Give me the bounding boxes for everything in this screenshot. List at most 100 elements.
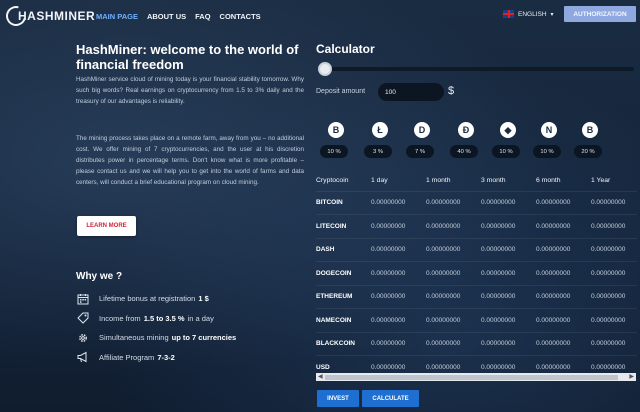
- table-cell: 0.00000000: [536, 237, 591, 262]
- row-coin-name: BLACKCOIN: [316, 331, 371, 356]
- coin-percent-input[interactable]: 40 %: [450, 145, 478, 158]
- table-cell: 0.00000000: [536, 190, 591, 215]
- nav-about-us[interactable]: ABOUT US: [147, 12, 186, 21]
- table-horizontal-scrollbar[interactable]: ◀ ▶: [316, 373, 636, 381]
- row-coin-name: NAMECOIN: [316, 308, 371, 332]
- table-cell: 0.00000000: [536, 308, 591, 332]
- uk-flag-icon: [503, 10, 514, 18]
- why-item-text: Affiliate Program: [99, 352, 155, 362]
- language-label: ENGLISH: [518, 10, 547, 18]
- nav-faq[interactable]: FAQ: [195, 12, 210, 21]
- table-cell: 0.00000000: [591, 237, 637, 262]
- calculate-button[interactable]: CALCULATE: [362, 390, 419, 407]
- why-item-bonus: Lifetime bonus at registration 1 $: [76, 289, 306, 309]
- deposit-amount-input[interactable]: [378, 83, 444, 101]
- coin-percent-input[interactable]: 20 %: [574, 145, 602, 158]
- table-cell: 0.00000000: [481, 284, 536, 309]
- table-cell: 0.00000000: [371, 331, 426, 356]
- deposit-slider-thumb[interactable]: [318, 62, 332, 76]
- coin-percent-input[interactable]: 10 %: [492, 145, 520, 158]
- scrollbar-thumb[interactable]: [325, 374, 618, 380]
- table-cell: 0.00000000: [591, 261, 637, 285]
- learn-more-button[interactable]: LEARN MORE: [77, 216, 136, 236]
- dogecoin-icon: Ð: [458, 122, 474, 138]
- why-item-mining: Simultaneous mining up to 7 currencies: [76, 328, 306, 348]
- table-cell: 0.00000000: [371, 284, 426, 309]
- calendar-icon: [76, 293, 90, 305]
- calculator-title: Calculator: [316, 42, 375, 56]
- language-selector[interactable]: ENGLISH ▾: [503, 10, 554, 18]
- why-item-bold: 1.5 to 3.5 %: [143, 313, 185, 323]
- hero-paragraph-1: HashMiner service cloud of mining today …: [76, 76, 304, 105]
- tag-icon: [76, 312, 90, 324]
- logo-text: HASHMINER: [18, 9, 96, 23]
- megaphone-icon: [76, 351, 90, 363]
- table-cell: 0.00000000: [481, 261, 536, 285]
- row-coin-name: BITCOIN: [316, 190, 371, 215]
- coin-percent-input[interactable]: 3 %: [364, 145, 392, 158]
- deposit-slider-track[interactable]: [326, 67, 634, 71]
- page: HASHMINER MAIN PAGE ABOUT US FAQ CONTACT…: [0, 0, 640, 412]
- table-cell: 0.00000000: [536, 214, 591, 238]
- column-header: 1 day: [371, 176, 388, 184]
- dash-icon: D: [414, 122, 430, 138]
- blackcoin-icon: B: [582, 122, 598, 138]
- why-item-text: Income from: [99, 313, 141, 323]
- column-header: 6 month: [536, 176, 561, 184]
- dollar-sign: $: [448, 85, 455, 97]
- nav-contacts[interactable]: CONTACTS: [220, 12, 261, 21]
- hero-paragraph-2: The mining process takes place on a remo…: [76, 135, 304, 186]
- table-cell: 0.00000000: [426, 237, 481, 262]
- why-item-suffix: in a day: [187, 313, 214, 323]
- table-cell: 0.00000000: [426, 190, 481, 215]
- column-header: 3 month: [481, 176, 506, 184]
- earnings-table: Cryptocoin 1 day 1 month 3 month 6 month…: [316, 170, 637, 379]
- chevron-down-icon: ▾: [550, 11, 554, 18]
- litecoin-icon: Ł: [372, 122, 388, 138]
- table-cell: 0.00000000: [371, 261, 426, 285]
- table-cell: 0.00000000: [481, 237, 536, 262]
- row-coin-name: LITECOIN: [316, 214, 371, 238]
- table-cell: 0.00000000: [536, 284, 591, 309]
- table-row: BLACKCOIN 0.00000000 0.00000000 0.000000…: [316, 331, 637, 356]
- why-item-text: Simultaneous mining: [99, 333, 169, 343]
- why-item-bold: up to 7 currencies: [171, 333, 237, 343]
- coin-percent-input[interactable]: 10 %: [533, 145, 561, 158]
- table-cell: 0.00000000: [591, 190, 637, 215]
- why-item-bold: 1 $: [198, 294, 209, 304]
- table-cell: 0.00000000: [426, 308, 481, 332]
- table-cell: 0.00000000: [371, 190, 426, 215]
- table-row: DOGECOIN 0.00000000 0.00000000 0.0000000…: [316, 261, 637, 285]
- table-cell: 0.00000000: [481, 190, 536, 215]
- table-row: DASH 0.00000000 0.00000000 0.00000000 0.…: [316, 237, 637, 262]
- table-cell: 0.00000000: [481, 308, 536, 332]
- scroll-left-arrow-icon[interactable]: ◀: [318, 373, 323, 381]
- table-row: LITECOIN 0.00000000 0.00000000 0.0000000…: [316, 214, 637, 238]
- scroll-right-arrow-icon[interactable]: ▶: [629, 373, 634, 381]
- row-coin-name: ETHEREUM: [316, 284, 371, 309]
- gear-icon: [76, 332, 90, 344]
- table-cell: 0.00000000: [481, 214, 536, 238]
- logo[interactable]: HASHMINER: [2, 2, 96, 30]
- table-cell: 0.00000000: [536, 331, 591, 356]
- table-cell: 0.00000000: [591, 331, 637, 356]
- logo-ring-icon: [2, 2, 30, 30]
- ethereum-icon: ◆: [500, 122, 516, 138]
- deposit-amount-label: Deposit amount: [316, 88, 366, 95]
- table-cell: 0.00000000: [426, 214, 481, 238]
- table-row: NAMECOIN 0.00000000 0.00000000 0.0000000…: [316, 308, 637, 332]
- why-item-bold: 7-3-2: [157, 352, 175, 362]
- table-cell: 0.00000000: [591, 284, 637, 309]
- nav-main-page[interactable]: MAIN PAGE: [96, 12, 138, 21]
- bitcoin-icon: B: [328, 122, 344, 138]
- invest-button[interactable]: INVEST: [317, 390, 359, 407]
- table-cell: 0.00000000: [426, 261, 481, 285]
- table-cell: 0.00000000: [481, 331, 536, 356]
- why-item-income: Income from 1.5 to 3.5 % in a day: [76, 309, 306, 329]
- coin-percent-input[interactable]: 10 %: [320, 145, 348, 158]
- table-cell: 0.00000000: [426, 331, 481, 356]
- authorization-button[interactable]: AUTHORIZATION: [564, 6, 636, 22]
- table-cell: 0.00000000: [426, 284, 481, 309]
- coin-percent-input[interactable]: 7 %: [406, 145, 434, 158]
- row-coin-name: DASH: [316, 237, 371, 262]
